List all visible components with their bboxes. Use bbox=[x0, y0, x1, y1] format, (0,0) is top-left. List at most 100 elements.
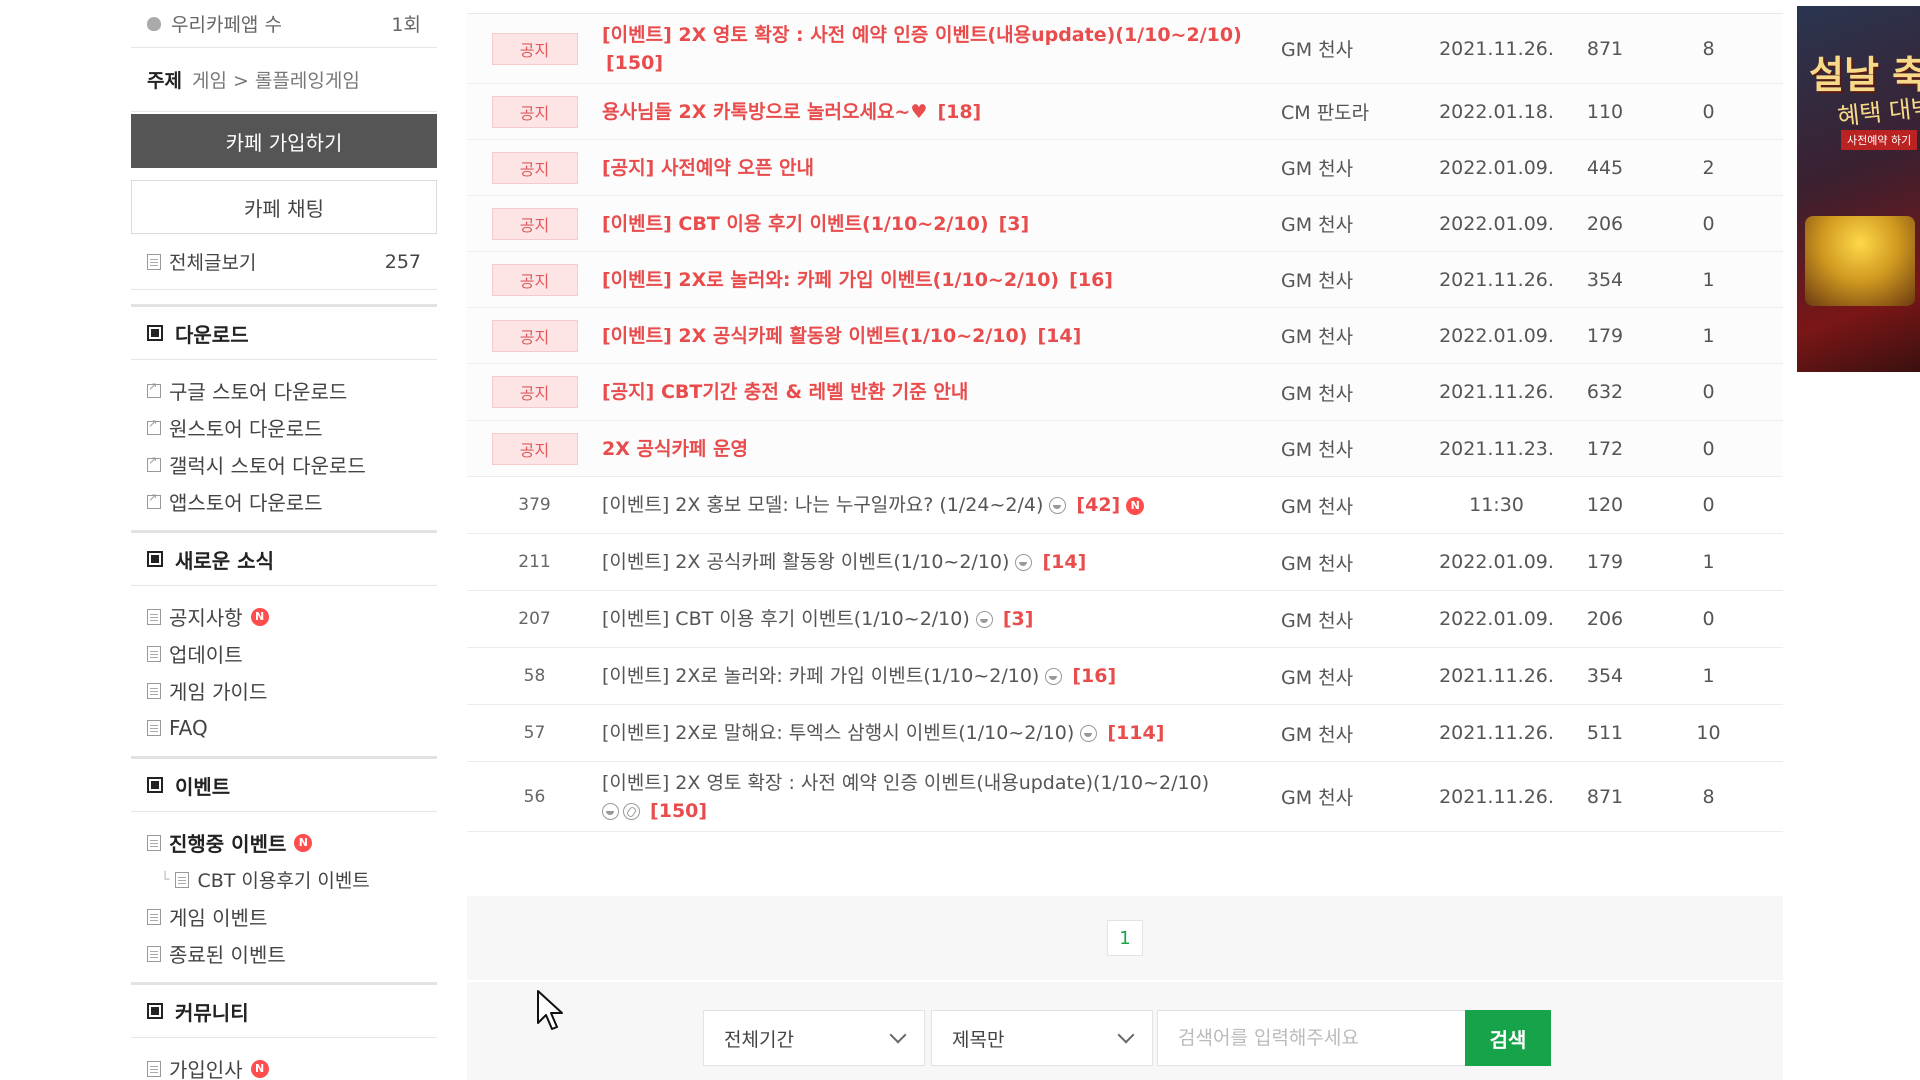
menu-item-label: 앱스토어 다운로드 bbox=[169, 491, 323, 515]
external-link-icon bbox=[147, 491, 161, 509]
menu-item-app-store[interactable]: 앱스토어 다운로드 bbox=[131, 483, 437, 520]
post-title: [이벤트] CBT 이용 후기 이벤트(1/10~2/10) bbox=[602, 212, 989, 235]
post-views: 120 bbox=[1586, 494, 1624, 516]
section-title: 이벤트 bbox=[175, 774, 231, 799]
post-views: 179 bbox=[1586, 551, 1624, 573]
post-likes: 10 bbox=[1696, 722, 1721, 744]
post-date: 2021.11.26. bbox=[1439, 785, 1554, 808]
comment-count[interactable]: [14] bbox=[1042, 551, 1086, 573]
post-likes: 8 bbox=[1702, 37, 1715, 60]
search-button[interactable]: 검색 bbox=[1465, 1010, 1551, 1066]
comment-count[interactable]: [150] bbox=[650, 800, 707, 822]
comment-count[interactable]: [114] bbox=[1107, 722, 1164, 744]
menu-item-google-store[interactable]: 구글 스토어 다운로드 bbox=[131, 372, 437, 409]
menu-item-faq[interactable]: FAQ bbox=[131, 709, 437, 746]
period-select-value: 전체기간 bbox=[724, 1028, 794, 1051]
section-square-icon bbox=[147, 777, 163, 793]
menu-section-event: 이벤트 bbox=[131, 756, 437, 812]
post-likes: 1 bbox=[1702, 324, 1715, 347]
post-title-link[interactable]: [공지] 사전예약 오픈 안내 bbox=[602, 154, 1281, 182]
post-title-link[interactable]: [이벤트] CBT 이용 후기 이벤트(1/10~2/10) [3] bbox=[602, 210, 1281, 238]
join-cafe-button[interactable]: 카페 가입하기 bbox=[131, 114, 437, 168]
post-author[interactable]: GM 천사 bbox=[1281, 492, 1438, 519]
comment-count[interactable]: [3] bbox=[999, 213, 1030, 235]
menu-item-one-store[interactable]: 원스토어 다운로드 bbox=[131, 409, 437, 446]
post-author[interactable]: GM 천사 bbox=[1281, 663, 1438, 690]
post-title-link[interactable]: 용사님들 2X 카톡방으로 놀러오세요~♥ [18] bbox=[602, 98, 1281, 126]
menu-item-greeting[interactable]: 가입인사 N bbox=[131, 1050, 437, 1080]
post-author[interactable]: GM 천사 bbox=[1281, 435, 1438, 462]
post-date: 2021.11.26. bbox=[1439, 665, 1554, 687]
post-date: 2022.01.09. bbox=[1439, 551, 1554, 573]
comment-count[interactable]: [42] bbox=[1076, 494, 1120, 516]
menu-item-notice[interactable]: 공지사항 N bbox=[131, 598, 437, 635]
post-date: 2022.01.09. bbox=[1439, 608, 1554, 630]
external-link-icon bbox=[147, 454, 161, 472]
post-title: [이벤트] 2X 공식카페 활동왕 이벤트(1/10~2/10) bbox=[602, 324, 1028, 347]
comment-count[interactable]: [16] bbox=[1069, 269, 1113, 291]
post-title-link[interactable]: [이벤트] CBT 이용 후기 이벤트(1/10~2/10) [3] bbox=[602, 605, 1281, 633]
notice-row: 공지 [이벤트] CBT 이용 후기 이벤트(1/10~2/10) [3] GM… bbox=[467, 196, 1783, 252]
post-author[interactable]: CM 판도라 bbox=[1281, 98, 1438, 125]
all-posts-label: 전체글보기 bbox=[169, 252, 257, 274]
post-views: 206 bbox=[1586, 608, 1624, 630]
menu-item-ongoing-event[interactable]: 진행중 이벤트 N bbox=[131, 824, 437, 861]
post-title-link[interactable]: [이벤트] 2X로 놀러와: 카페 가입 이벤트(1/10~2/10) [16] bbox=[602, 662, 1281, 690]
theme-path[interactable]: 게임 > 롤플레잉게임 bbox=[192, 66, 360, 93]
external-link-icon bbox=[147, 380, 161, 398]
external-link-icon bbox=[147, 417, 161, 435]
post-title: [이벤트] 2X로 말해요: 투엑스 삼행시 이벤트(1/10~2/10) bbox=[602, 722, 1075, 744]
notice-tag: 공지 bbox=[491, 376, 578, 408]
post-author[interactable]: GM 천사 bbox=[1281, 606, 1438, 633]
menu-item-update[interactable]: 업데이트 bbox=[131, 635, 437, 672]
event-banner[interactable]: 설날 축제 혜택 대박 사전예약 하기 bbox=[1797, 6, 1920, 372]
scope-select[interactable]: 제목만 bbox=[931, 1010, 1153, 1066]
post-author[interactable]: GM 천사 bbox=[1281, 379, 1438, 406]
comment-count[interactable]: [150] bbox=[606, 52, 663, 74]
post-title-link[interactable]: [이벤트] 2X로 말해요: 투엑스 삼행시 이벤트(1/10~2/10) [1… bbox=[602, 719, 1281, 747]
post-author[interactable]: GM 천사 bbox=[1281, 783, 1438, 810]
document-icon bbox=[147, 834, 161, 851]
post-author[interactable]: GM 천사 bbox=[1281, 266, 1438, 293]
menu-item-game-event[interactable]: 게임 이벤트 bbox=[131, 898, 437, 935]
post-title-link[interactable]: [이벤트] 2X 공식카페 활동왕 이벤트(1/10~2/10) [14] bbox=[602, 548, 1281, 576]
post-author[interactable]: GM 천사 bbox=[1281, 322, 1438, 349]
scope-select-value: 제목만 bbox=[952, 1028, 1005, 1051]
post-title-link[interactable]: [이벤트] 2X 공식카페 활동왕 이벤트(1/10~2/10) [14] bbox=[602, 322, 1281, 350]
post-title-link[interactable]: [공지] CBT기간 충전 & 레벨 반환 기준 안내 bbox=[602, 378, 1281, 406]
post-author[interactable]: GM 천사 bbox=[1281, 35, 1438, 62]
comment-count[interactable]: [16] bbox=[1072, 665, 1116, 687]
menu-item-game-guide[interactable]: 게임 가이드 bbox=[131, 672, 437, 709]
comment-count[interactable]: [18] bbox=[937, 101, 981, 123]
image-attachment-icon bbox=[1015, 554, 1033, 571]
post-title: [이벤트] 2X 공식카페 활동왕 이벤트(1/10~2/10) bbox=[602, 551, 1010, 573]
page-number-current[interactable]: 1 bbox=[1107, 920, 1143, 956]
post-likes: 1 bbox=[1702, 268, 1715, 291]
comment-count[interactable]: [3] bbox=[1003, 608, 1034, 630]
period-select[interactable]: 전체기간 bbox=[703, 1010, 925, 1066]
post-date: 2021.11.23. bbox=[1439, 437, 1554, 460]
notice-tag: 공지 bbox=[491, 32, 578, 65]
menu-item-galaxy-store[interactable]: 갤럭시 스토어 다운로드 bbox=[131, 446, 437, 483]
menu-item-cbt-review-event[interactable]: └ CBT 이용후기 이벤트 bbox=[131, 861, 437, 898]
post-author[interactable]: GM 천사 bbox=[1281, 549, 1438, 576]
post-title-link[interactable]: [이벤트] 2X 영토 확장 : 사전 예약 인증 이벤트(내용update)(… bbox=[602, 21, 1281, 77]
post-author[interactable]: GM 천사 bbox=[1281, 720, 1438, 747]
document-icon bbox=[147, 253, 161, 270]
all-posts-link[interactable]: 전체글보기 257 bbox=[131, 234, 437, 290]
article-number: 58 bbox=[523, 666, 546, 686]
post-title-link[interactable]: [이벤트] 2X 홍보 모델: 나는 누구일까요? (1/24~2/4) [42… bbox=[602, 491, 1281, 519]
search-input[interactable] bbox=[1157, 1010, 1467, 1066]
comment-count[interactable]: [14] bbox=[1037, 325, 1081, 347]
menu-item-ended-event[interactable]: 종료된 이벤트 bbox=[131, 935, 437, 972]
post-author[interactable]: GM 천사 bbox=[1281, 154, 1438, 181]
post-title-link[interactable]: [이벤트] 2X 영토 확장 : 사전 예약 인증 이벤트(내용update)(… bbox=[602, 769, 1281, 825]
menu-item-label: 게임 이벤트 bbox=[169, 906, 268, 930]
post-author[interactable]: GM 천사 bbox=[1281, 210, 1438, 237]
post-likes: 2 bbox=[1702, 156, 1715, 179]
post-title-link[interactable]: [이벤트] 2X로 놀러와: 카페 가입 이벤트(1/10~2/10) [16] bbox=[602, 266, 1281, 294]
post-title: [공지] 사전예약 오픈 안내 bbox=[602, 156, 815, 179]
cafe-chat-button[interactable]: 카페 채팅 bbox=[131, 180, 437, 234]
post-title-link[interactable]: 2X 공식카페 운영 bbox=[602, 435, 1281, 463]
post-views: 632 bbox=[1586, 381, 1624, 403]
